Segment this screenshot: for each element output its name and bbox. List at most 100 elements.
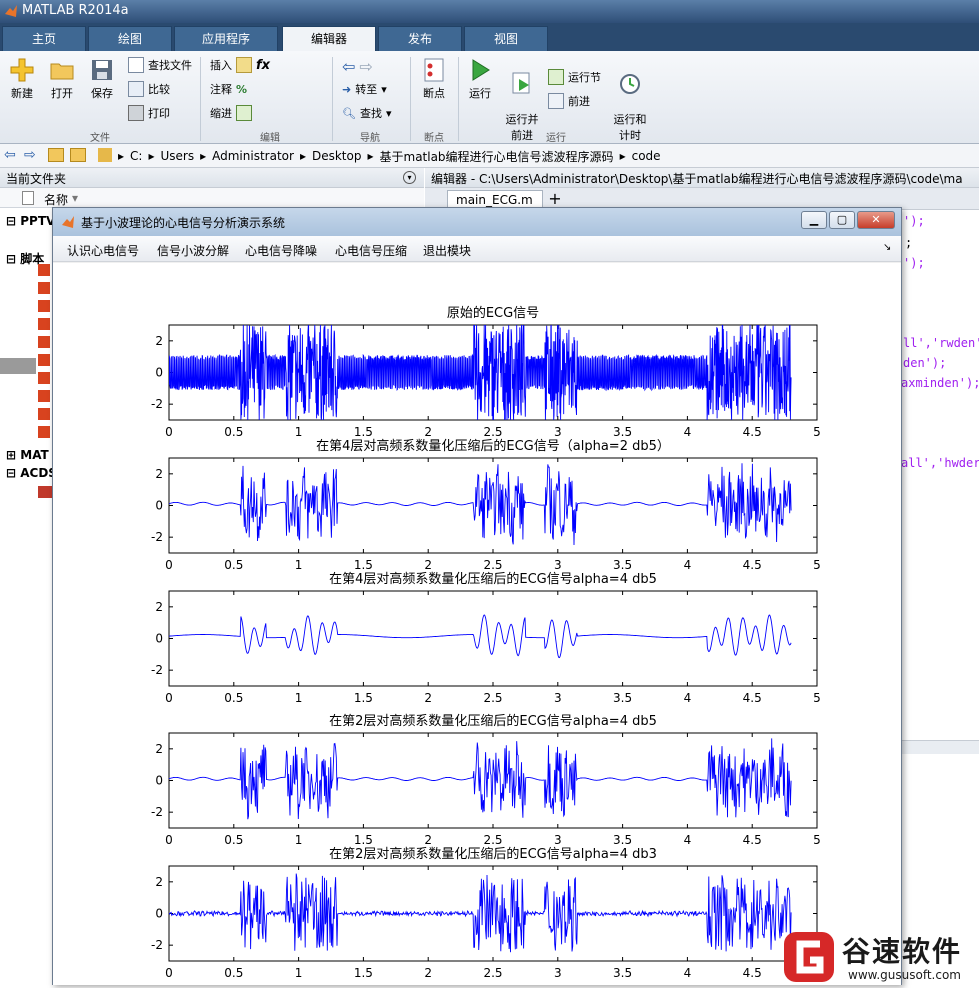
breadcrumb-arrow-icon: ▸ xyxy=(367,149,374,163)
new-button[interactable]: 新建 xyxy=(6,57,38,101)
collapse-icon: ⊟ xyxy=(6,466,17,480)
current-folder-title: 当前文件夹 xyxy=(6,172,67,186)
tree-item-acds[interactable]: ⊟ ACDS xyxy=(6,466,57,480)
back-icon[interactable]: ⇦ xyxy=(4,147,16,163)
print-button[interactable]: 打印 xyxy=(128,105,170,121)
y-tick-label: 2 xyxy=(155,467,163,481)
command-window-divider xyxy=(901,740,979,754)
open-label: 打开 xyxy=(51,87,73,100)
watermark-url: www.gususoft.com xyxy=(848,968,961,982)
x-tick-label: 2 xyxy=(424,558,432,572)
breadcrumb-segment[interactable]: Users xyxy=(160,149,194,163)
menu-wavelet-decomposition[interactable]: 信号小波分解 xyxy=(157,242,229,259)
tab-plots[interactable]: 绘图 xyxy=(88,26,172,51)
close-button[interactable]: ✕ xyxy=(857,211,895,229)
print-label: 打印 xyxy=(148,107,170,120)
x-tick-label: 2.5 xyxy=(483,966,502,980)
subplot: 在第2层对高频系数量化压缩后的ECG信号alpha=4 db5 0 0.5 1 1.5 2… xyxy=(151,713,821,847)
y-tick-label: 0 xyxy=(155,774,163,788)
tab-view[interactable]: 视图 xyxy=(464,26,548,51)
menu-ecg-denoise[interactable]: 心电信号降噪 xyxy=(245,242,317,259)
compare-icon xyxy=(128,81,144,97)
editor-header: 编辑器 - C:\Users\Administrator\Desktop\基于m… xyxy=(425,168,979,188)
forward-arrow-icon[interactable]: ⇨ xyxy=(359,57,372,76)
x-tick-label: 4.5 xyxy=(743,691,762,705)
find-files-icon xyxy=(128,57,144,73)
x-tick-label: 4 xyxy=(684,691,692,705)
editor-tab-label: main_ECG.m xyxy=(456,193,533,207)
minimize-button[interactable]: ▁ xyxy=(801,211,827,229)
matlab-title-bar: MATLAB R2014a xyxy=(0,0,979,23)
run-section-button[interactable]: 运行节 xyxy=(548,69,601,85)
find-files-button[interactable]: 查找文件 xyxy=(128,57,192,73)
compare-button[interactable]: 比较 xyxy=(128,81,170,97)
breadcrumb-segment[interactable]: code xyxy=(632,149,661,163)
x-tick-label: 1.5 xyxy=(354,833,373,847)
goto-button[interactable]: ➜ 转至 ▾ xyxy=(342,81,387,97)
save-label: 保存 xyxy=(91,87,113,100)
subplot: 原始的ECG信号0 0.5 1 1.5 2 2.5 3 3.5 4 4.5 520-2 xyxy=(151,305,821,439)
subplot: 在第4层对高频系数量化压缩后的ECG信号alpha=4 db5 0 0.5 1 1.5 2… xyxy=(151,571,821,705)
tree-item-pptv[interactable]: ⊟ PPTV xyxy=(6,214,55,228)
matlab-logo-icon xyxy=(5,5,17,17)
back-forward-buttons[interactable]: ⇦ ⇨ xyxy=(342,57,373,76)
subplot: 在第2层对高频系数量化压缩后的ECG信号alpha=4 db3 0 0.5 1 1.5 2… xyxy=(151,846,821,980)
x-tick-label: 3.5 xyxy=(613,833,632,847)
tab-apps[interactable]: 应用程序 xyxy=(174,26,278,51)
save-button[interactable]: 保存 xyxy=(86,57,118,101)
current-folder-header: 当前文件夹 ▾ xyxy=(0,168,424,188)
code-fragment: den'); xyxy=(903,356,947,370)
x-tick-label: 2.5 xyxy=(483,691,502,705)
comment-button[interactable]: 注释 % xyxy=(210,81,247,97)
indent-button[interactable]: 缩进 xyxy=(210,105,252,121)
x-tick-label: 0.5 xyxy=(224,833,243,847)
menu-exit-module[interactable]: 退出模块 xyxy=(423,242,471,259)
tab-publish[interactable]: 发布 xyxy=(378,26,462,51)
run-section-label: 运行节 xyxy=(568,71,601,84)
x-tick-label: 1 xyxy=(295,833,303,847)
x-tick-label: 0 xyxy=(165,558,173,572)
pane-menu-icon[interactable]: ▾ xyxy=(403,171,416,184)
run-time-button[interactable]: 运行和 计时 xyxy=(610,57,650,143)
menu-ecg-compress[interactable]: 心电信号压缩 xyxy=(335,242,407,259)
x-tick-label: 0 xyxy=(165,966,173,980)
x-tick-label: 5 xyxy=(813,833,821,847)
tab-editor[interactable]: 编辑器 xyxy=(282,26,376,51)
y-tick-label: 2 xyxy=(155,875,163,889)
tab-home[interactable]: 主页 xyxy=(2,26,86,51)
run-button[interactable]: 运行 xyxy=(464,57,496,101)
column-name-header[interactable]: 名称 xyxy=(44,191,68,208)
folder-open-icon xyxy=(50,63,74,80)
advance-button[interactable]: 前进 xyxy=(548,93,590,109)
open-button[interactable]: 打开 xyxy=(46,57,78,101)
breadcrumb-segment[interactable]: Desktop xyxy=(312,149,362,163)
breadcrumb-segment[interactable]: Administrator xyxy=(212,149,294,163)
breadcrumb-segment[interactable]: 基于matlab编程进行心电信号滤波程序源码 xyxy=(380,148,614,165)
insert-button[interactable]: 插入 fx xyxy=(210,57,270,73)
find-button[interactable]: 🔍︎ 查找 ▾ xyxy=(342,105,392,121)
x-tick-label: 1.5 xyxy=(354,558,373,572)
x-tick-label: 3 xyxy=(554,558,562,572)
menu-know-ecg[interactable]: 认识心电信号 xyxy=(67,242,139,259)
folder-icon xyxy=(98,148,112,162)
maximize-button[interactable]: ▢ xyxy=(829,211,855,229)
up-folder-icon[interactable] xyxy=(48,148,64,162)
indent-icon xyxy=(236,105,252,121)
breakpoints-label: 断点 xyxy=(423,87,445,100)
browse-folder-icon[interactable] xyxy=(70,148,86,162)
back-arrow-icon[interactable]: ⇦ xyxy=(342,57,355,76)
tree-item-label: PPTV xyxy=(20,214,56,228)
subplot-title: 在第2层对高频系数量化压缩后的ECG信号alpha=4 db3 xyxy=(329,846,657,862)
breakpoints-button[interactable]: 断点 xyxy=(416,57,452,101)
breadcrumb-arrow-icon: ▸ xyxy=(148,149,155,163)
menu-overflow-icon[interactable]: ↘ xyxy=(883,242,891,253)
selected-row-highlight xyxy=(0,358,36,374)
separator xyxy=(458,57,459,141)
x-tick-label: 5 xyxy=(813,558,821,572)
breadcrumb-segment[interactable]: C: xyxy=(130,149,142,163)
x-tick-label: 3.5 xyxy=(613,558,632,572)
x-tick-label: 3.5 xyxy=(613,966,632,980)
tree-item-mat[interactable]: ⊞ MAT xyxy=(6,448,49,462)
run-group-label: 运行 xyxy=(546,133,566,144)
forward-icon[interactable]: ⇨ xyxy=(24,147,36,163)
